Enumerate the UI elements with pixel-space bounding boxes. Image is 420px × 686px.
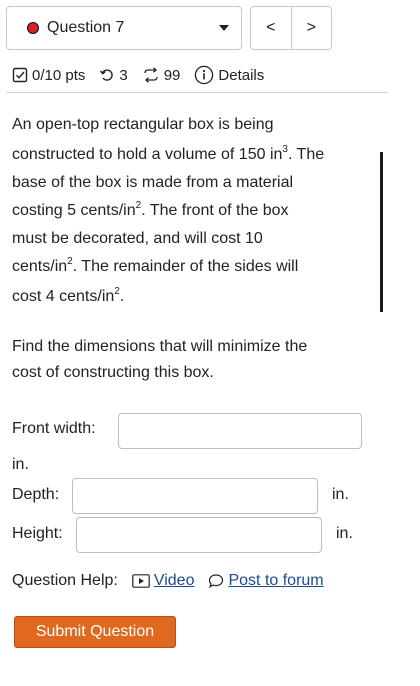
depth-label: Depth: [12, 486, 60, 503]
comment-icon[interactable] [208, 573, 224, 589]
divider [6, 92, 388, 93]
depth-unit: in. [332, 486, 349, 503]
video-icon[interactable] [132, 574, 150, 588]
question-line: base of the box is made from a material [12, 174, 294, 191]
question-line: costing 5 cents/in2. The front of the bo… [12, 200, 289, 220]
question-selector-label: Question 7 [47, 19, 125, 36]
question-help: Question Help: Video Post to forum [12, 572, 324, 590]
question-line: constructed to hold a volume of 150 in3.… [12, 144, 325, 164]
status-dot-icon [27, 22, 39, 34]
question-selector[interactable]: Question 7 [6, 6, 242, 50]
front-width-label: Front width: [12, 420, 96, 437]
front-width-unit: in. [12, 456, 29, 473]
details-link[interactable]: Details [218, 67, 264, 84]
height-unit: in. [336, 525, 353, 542]
chevron-down-icon [219, 25, 229, 31]
video-link[interactable]: Video [154, 572, 195, 590]
points-text: 0/10 pts [32, 66, 86, 84]
retry-icon [99, 67, 115, 83]
instruction-text: Find the dimensions that will minimize t… [12, 338, 308, 381]
question-meta: 0/10 pts 3 99 Details [12, 64, 264, 86]
post-to-forum-link[interactable]: Post to forum [228, 572, 323, 590]
info-icon[interactable] [194, 65, 214, 85]
depth-input[interactable] [72, 478, 318, 514]
submit-question-button[interactable]: Submit Question [14, 616, 176, 648]
height-input[interactable] [76, 517, 322, 553]
question-line: cents/in2. The remainder of the sides wi… [12, 256, 299, 276]
question-line: An open-top rectangular box is being [12, 116, 274, 133]
next-question-button[interactable]: > [290, 7, 332, 49]
question-line: cost 4 cents/in2. [12, 286, 125, 306]
question-nav: < > [250, 6, 332, 50]
height-label: Height: [12, 525, 63, 542]
checkbox-score-icon [12, 67, 28, 83]
attempts-count: 99 [163, 66, 181, 84]
question-help-label: Question Help: [12, 572, 118, 589]
front-width-input[interactable] [118, 413, 362, 449]
previous-question-button[interactable]: < [251, 7, 291, 49]
question-line: must be decorated, and will cost 10 [12, 230, 263, 247]
question-text: An open-top rectangular box is being con… [12, 110, 372, 312]
attempts-icon [142, 67, 160, 83]
scrollbar[interactable] [380, 152, 383, 312]
retries-count: 3 [119, 66, 128, 84]
